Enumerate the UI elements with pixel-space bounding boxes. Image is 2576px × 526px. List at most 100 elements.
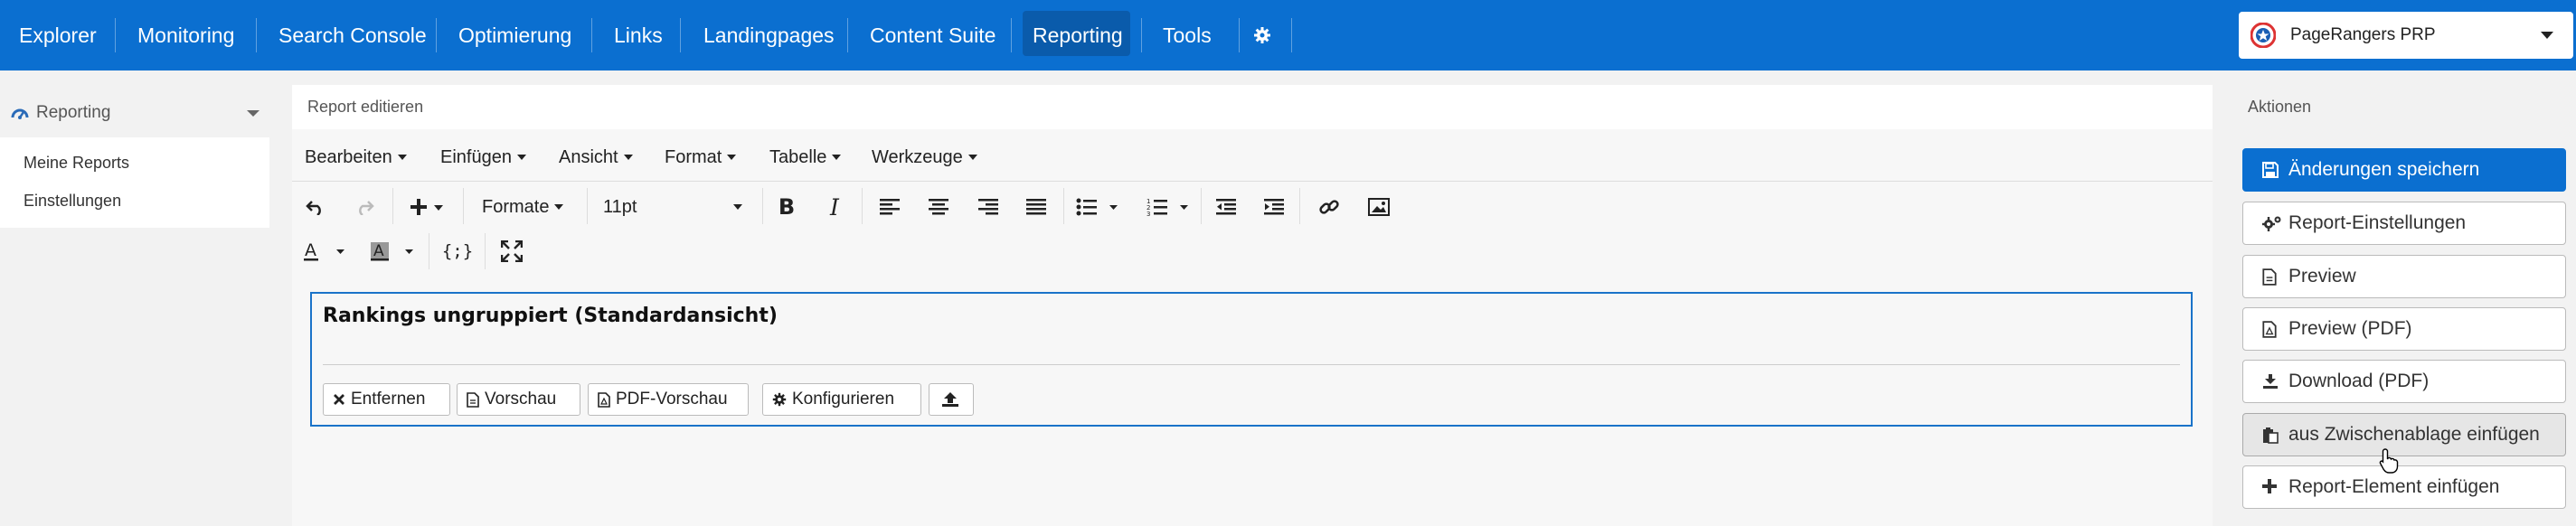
- align-right-icon[interactable]: [977, 196, 1000, 218]
- background-color-icon[interactable]: A: [371, 239, 418, 264]
- nav-reporting[interactable]: Reporting: [1033, 0, 1123, 70]
- plus-icon: [2262, 479, 2277, 493]
- menu-werkzeuge[interactable]: Werkzeuge: [872, 143, 977, 172]
- gear-icon[interactable]: [1253, 0, 1271, 70]
- nav-landingpages[interactable]: Landingpages: [703, 0, 835, 70]
- paste-clipboard-button[interactable]: aus Zwischenablage einfügen: [2242, 413, 2566, 456]
- menu-bearbeiten[interactable]: Bearbeiten: [305, 143, 407, 172]
- bullet-list-icon[interactable]: [1076, 194, 1121, 220]
- nav-divider: [1239, 18, 1240, 52]
- gear-icon: [772, 392, 787, 407]
- report-settings-button[interactable]: Report-Einstellungen: [2242, 202, 2566, 245]
- insert-report-element-button[interactable]: Report-Element einfügen: [2242, 465, 2566, 509]
- sidebar-section-reporting[interactable]: Reporting: [0, 93, 269, 133]
- report-settings-label: Report-Einstellungen: [2288, 212, 2467, 233]
- download-pdf-button[interactable]: Download (PDF): [2242, 360, 2566, 403]
- preview-label: Preview: [2288, 266, 2356, 286]
- nav-divider: [591, 18, 592, 52]
- menu-label: Bearbeiten: [305, 146, 392, 167]
- toolbar-divider: [1201, 188, 1202, 224]
- nav-optimierung[interactable]: Optimierung: [458, 0, 571, 70]
- preview-button[interactable]: Preview: [2242, 255, 2566, 298]
- caret-down-icon: [516, 155, 526, 160]
- configure-element-button[interactable]: Konfigurieren: [762, 383, 921, 416]
- save-changes-button[interactable]: Änderungen speichern: [2242, 148, 2566, 192]
- download-icon: [2262, 373, 2279, 390]
- sidebar-menu: Meine Reports Einstellungen: [0, 137, 269, 228]
- toolbar-divider: [485, 233, 486, 269]
- svg-text:A: A: [373, 242, 384, 260]
- align-left-icon[interactable]: [878, 196, 901, 218]
- report-element-heading: Rankings ungruppiert (Standardansicht): [323, 305, 778, 327]
- pdf-preview-element-button[interactable]: PDF-Vorschau: [588, 383, 749, 416]
- nav-content-suite[interactable]: Content Suite: [870, 0, 995, 70]
- remove-element-button[interactable]: Entfernen: [323, 383, 450, 416]
- insert-plus-icon[interactable]: [409, 194, 448, 220]
- menu-ansicht[interactable]: Ansicht: [559, 143, 633, 172]
- nav-divider: [1141, 18, 1142, 52]
- formats-dropdown[interactable]: Formate: [482, 194, 564, 220]
- configure-label: Konfigurieren: [792, 390, 895, 409]
- file-icon: [2262, 268, 2277, 286]
- nav-divider: [115, 18, 116, 52]
- italic-icon[interactable]: I: [823, 194, 846, 221]
- chevron-down-icon: [2541, 32, 2553, 39]
- outdent-icon[interactable]: [1214, 196, 1238, 218]
- project-name: PageRangers PRP: [2290, 25, 2436, 44]
- upload-icon: [941, 391, 959, 408]
- menu-label: Tabelle: [769, 146, 827, 167]
- align-justify-icon[interactable]: [1024, 196, 1048, 218]
- nav-monitoring[interactable]: Monitoring: [137, 0, 234, 70]
- image-icon[interactable]: [1367, 194, 1391, 220]
- caret-down-icon: [967, 155, 977, 160]
- menu-format[interactable]: Format: [665, 143, 737, 172]
- font-size-value: 11pt: [603, 196, 637, 217]
- toolbar-divider: [1299, 188, 1300, 224]
- caret-down-icon: [733, 204, 742, 210]
- menu-label: Einfügen: [440, 146, 512, 167]
- preview-element-button[interactable]: Vorschau: [457, 383, 580, 416]
- font-size-dropdown[interactable]: 11pt: [603, 194, 742, 220]
- menu-label: Werkzeuge: [872, 146, 963, 167]
- bold-icon[interactable]: B: [775, 194, 798, 220]
- menu-einfuegen[interactable]: Einfügen: [440, 143, 526, 172]
- sidebar-item-meine-reports[interactable]: Meine Reports: [24, 154, 129, 173]
- text-color-icon[interactable]: A: [304, 239, 349, 264]
- nav-divider: [1011, 18, 1012, 52]
- project-select[interactable]: PageRangers PRP: [2239, 12, 2573, 59]
- upload-element-button[interactable]: [929, 383, 974, 416]
- report-element-divider: [323, 364, 2180, 365]
- align-center-icon[interactable]: [927, 196, 950, 218]
- preview-pdf-button[interactable]: Preview (PDF): [2242, 307, 2566, 351]
- sidebar-section-label: Reporting: [36, 103, 111, 122]
- source-code-icon[interactable]: {;}: [442, 239, 473, 264]
- nav-explorer[interactable]: Explorer: [19, 0, 97, 70]
- nav-divider: [1291, 18, 1292, 52]
- indent-icon[interactable]: [1262, 196, 1286, 218]
- editor-title: Report editieren: [307, 98, 424, 116]
- undo-icon[interactable]: [304, 194, 327, 220]
- file-icon: [467, 391, 479, 408]
- link-icon[interactable]: [1317, 194, 1341, 220]
- close-icon: [333, 393, 345, 406]
- pagerangers-logo-icon: [2250, 22, 2277, 49]
- file-pdf-icon: [2262, 321, 2277, 338]
- nav-search-console[interactable]: Search Console: [278, 0, 427, 70]
- formats-label: Formate: [482, 196, 550, 217]
- fullscreen-icon[interactable]: [500, 239, 524, 264]
- nav-divider: [847, 18, 848, 52]
- menu-tabelle[interactable]: Tabelle: [769, 143, 842, 172]
- preview-pdf-label: Preview (PDF): [2288, 318, 2412, 339]
- toolbar-divider: [587, 188, 588, 224]
- toolbar-divider: [392, 188, 393, 224]
- nav-tools[interactable]: Tools: [1163, 0, 1212, 70]
- actions-title: Aktionen: [2248, 98, 2312, 116]
- caret-down-icon: [397, 155, 407, 160]
- toolbar-divider: [463, 188, 464, 224]
- preview-label: Vorschau: [485, 390, 557, 409]
- nav-links[interactable]: Links: [614, 0, 663, 70]
- sidebar-item-einstellungen[interactable]: Einstellungen: [24, 192, 121, 211]
- file-pdf-icon: [598, 391, 610, 408]
- redo-icon[interactable]: [353, 194, 376, 220]
- numbered-list-icon[interactable]: 123: [1146, 194, 1192, 220]
